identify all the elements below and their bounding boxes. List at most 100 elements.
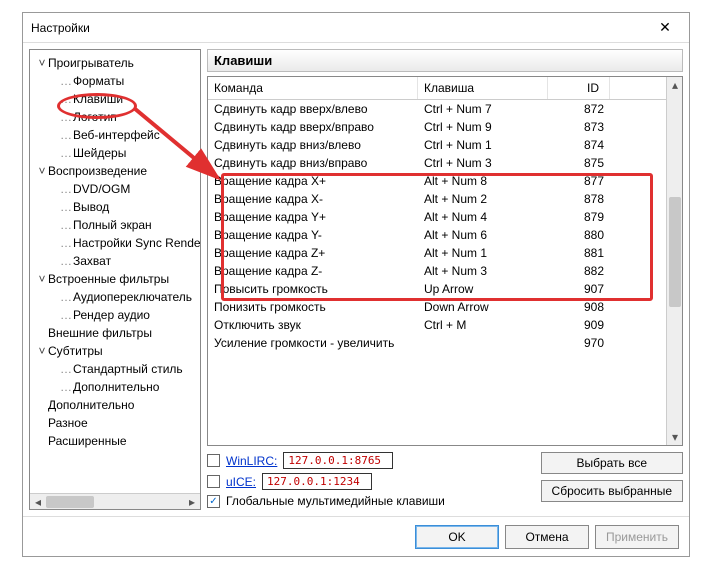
table-cell: 909 <box>548 316 610 334</box>
tree-item[interactable]: …Дополнительно <box>32 378 198 396</box>
uice-address-input[interactable]: 127.0.0.1:1234 <box>262 473 372 490</box>
table-cell: 879 <box>548 208 610 226</box>
header-command[interactable]: Команда <box>208 77 418 99</box>
table-cell: Отключить звук <box>208 316 418 334</box>
tree-hscrollbar[interactable]: ◂ ▸ <box>30 493 200 509</box>
tree-connector-icon: … <box>60 110 71 124</box>
scroll-thumb[interactable] <box>46 496 94 508</box>
table-row[interactable]: Вращение кадра Z+Alt + Num 1881 <box>208 244 666 262</box>
global-keys-checkbox[interactable]: ✓ <box>207 495 220 508</box>
tree-connector-icon: … <box>60 308 71 322</box>
settings-window: Настройки ✕ ˅Проигрыватель…Форматы…Клави… <box>22 12 690 557</box>
tree-connector-icon: … <box>60 218 71 232</box>
tree-item[interactable]: …DVD/OGM <box>32 180 198 198</box>
reset-selected-button[interactable]: Сбросить выбранные <box>541 480 683 502</box>
apply-button[interactable]: Применить <box>595 525 679 549</box>
table-row[interactable]: Вращение кадра Z-Alt + Num 3882 <box>208 262 666 280</box>
tree-label: Рендер аудио <box>73 308 150 322</box>
table-cell: 908 <box>548 298 610 316</box>
table-row[interactable]: Вращение кадра X-Alt + Num 2878 <box>208 190 666 208</box>
table-row[interactable]: Сдвинуть кадр вниз/вправоCtrl + Num 3875 <box>208 154 666 172</box>
tree-label: Расширенные <box>48 434 127 448</box>
tree-item[interactable]: …Настройки Sync Render <box>32 234 198 252</box>
winlirc-link[interactable]: WinLIRC: <box>226 454 277 468</box>
table-cell: 880 <box>548 226 610 244</box>
table-cell: Повысить громкость <box>208 280 418 298</box>
table-cell: Сдвинуть кадр вниз/влево <box>208 136 418 154</box>
tree-item[interactable]: …Клавиши <box>32 90 198 108</box>
tree-connector-icon: … <box>60 380 71 394</box>
tree-label: Внешние фильтры <box>48 326 152 340</box>
scroll-right-icon[interactable]: ▸ <box>184 494 200 510</box>
winlirc-address-input[interactable]: 127.0.0.1:8765 <box>283 452 393 469</box>
expand-icon[interactable]: ˅ <box>36 56 48 70</box>
tree-item[interactable]: …Стандартный стиль <box>32 360 198 378</box>
tree-group[interactable]: Дополнительно <box>32 396 198 414</box>
table-row[interactable]: Усиление громкости - увеличить970 <box>208 334 666 352</box>
table-cell: 872 <box>548 100 610 118</box>
scroll-up-icon[interactable]: ▴ <box>667 77 683 93</box>
tree-group[interactable]: ˅Субтитры <box>32 342 198 360</box>
table-cell: Ctrl + Num 9 <box>418 118 548 136</box>
tree-label: Дополнительно <box>73 380 159 394</box>
scroll-thumb[interactable] <box>669 197 681 307</box>
header-id[interactable]: ID <box>548 77 610 99</box>
table-cell: Ctrl + Num 7 <box>418 100 548 118</box>
table-row[interactable]: Сдвинуть кадр вверх/вправоCtrl + Num 987… <box>208 118 666 136</box>
settings-tree[interactable]: ˅Проигрыватель…Форматы…Клавиши…Логотип…В… <box>30 50 200 493</box>
expand-icon[interactable]: ˅ <box>36 344 48 358</box>
winlirc-checkbox[interactable] <box>207 454 220 467</box>
uice-link[interactable]: uICE: <box>226 475 256 489</box>
table-row[interactable]: Сдвинуть кадр вверх/влевоCtrl + Num 7872 <box>208 100 666 118</box>
header-key[interactable]: Клавиша <box>418 77 548 99</box>
table-cell: 874 <box>548 136 610 154</box>
expand-icon[interactable]: ˅ <box>36 164 48 178</box>
table-row[interactable]: Сдвинуть кадр вниз/влевоCtrl + Num 1874 <box>208 136 666 154</box>
scroll-down-icon[interactable]: ▾ <box>667 429 683 445</box>
ok-button[interactable]: OK <box>415 525 499 549</box>
table-row[interactable]: Вращение кадра X+Alt + Num 8877 <box>208 172 666 190</box>
tree-group[interactable]: ˅Проигрыватель <box>32 54 198 72</box>
tree-item[interactable]: …Логотип <box>32 108 198 126</box>
keys-table[interactable]: Команда Клавиша ID Сдвинуть кадр вверх/в… <box>208 77 666 445</box>
select-all-button[interactable]: Выбрать все <box>541 452 683 474</box>
tree-group[interactable]: ˅Встроенные фильтры <box>32 270 198 288</box>
tree-label: Логотип <box>73 110 117 124</box>
scroll-left-icon[interactable]: ◂ <box>30 494 46 510</box>
section-title: Клавиши <box>207 49 683 72</box>
table-cell: Up Arrow <box>418 280 548 298</box>
table-row[interactable]: Понизить громкостьDown Arrow908 <box>208 298 666 316</box>
tree-label: Форматы <box>73 74 124 88</box>
expand-icon[interactable]: ˅ <box>36 272 48 286</box>
tree-group[interactable]: ˅Воспроизведение <box>32 162 198 180</box>
tree-item[interactable]: …Рендер аудио <box>32 306 198 324</box>
tree-group[interactable]: Разное <box>32 414 198 432</box>
table-cell: 877 <box>548 172 610 190</box>
tree-item[interactable]: …Шейдеры <box>32 144 198 162</box>
table-row[interactable]: Повысить громкостьUp Arrow907 <box>208 280 666 298</box>
close-icon[interactable]: ✕ <box>649 19 681 36</box>
tree-connector-icon: … <box>60 74 71 88</box>
table-row[interactable]: Вращение кадра Y-Alt + Num 6880 <box>208 226 666 244</box>
table-row[interactable]: Вращение кадра Y+Alt + Num 4879 <box>208 208 666 226</box>
uice-checkbox[interactable] <box>207 475 220 488</box>
tree-group[interactable]: Расширенные <box>32 432 198 450</box>
table-vscrollbar[interactable]: ▴ ▾ <box>666 77 682 445</box>
table-cell: Вращение кадра Z- <box>208 262 418 280</box>
table-cell: 907 <box>548 280 610 298</box>
table-cell: 878 <box>548 190 610 208</box>
tree-group[interactable]: Внешние фильтры <box>32 324 198 342</box>
tree-item[interactable]: …Вывод <box>32 198 198 216</box>
tree-item[interactable]: …Полный экран <box>32 216 198 234</box>
table-row[interactable]: Отключить звукCtrl + M909 <box>208 316 666 334</box>
tree-item[interactable]: …Захват <box>32 252 198 270</box>
tree-label: Шейдеры <box>73 146 126 160</box>
tree-item[interactable]: …Веб-интерфейс <box>32 126 198 144</box>
table-cell: Ctrl + M <box>418 316 548 334</box>
tree-item[interactable]: …Форматы <box>32 72 198 90</box>
tree-label: Стандартный стиль <box>73 362 183 376</box>
tree-label: Настройки Sync Render <box>73 236 200 250</box>
cancel-button[interactable]: Отмена <box>505 525 589 549</box>
right-panel: Клавиши Команда Клавиша ID Сдвинуть кадр… <box>207 49 683 510</box>
tree-item[interactable]: …Аудиопереключатель <box>32 288 198 306</box>
